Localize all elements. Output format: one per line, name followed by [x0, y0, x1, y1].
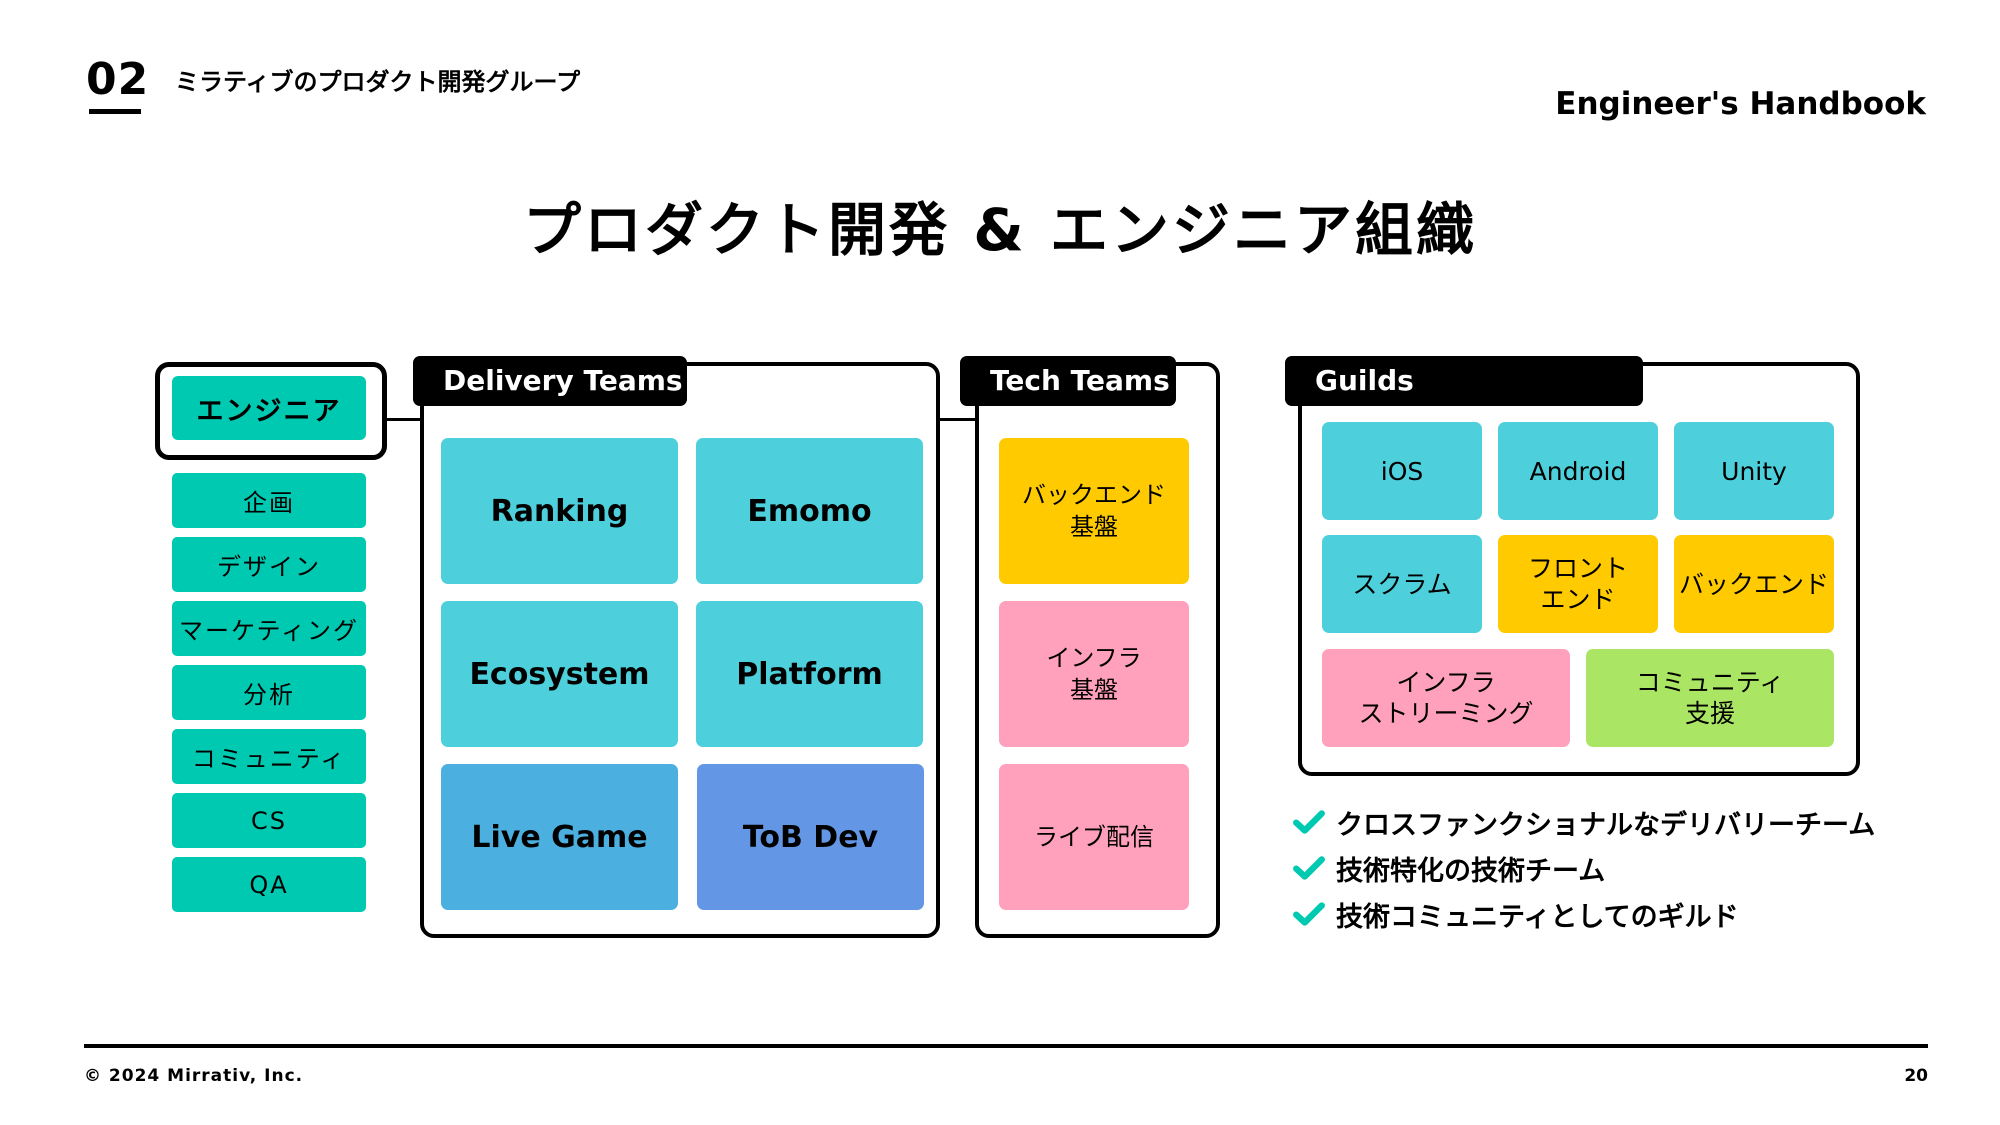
check-icon	[1293, 902, 1325, 926]
team-tile-tob-dev: ToB Dev	[697, 764, 924, 910]
guild-tile-ios: iOS	[1322, 422, 1482, 520]
tile-line: Unity	[1721, 456, 1787, 486]
brand-title: Engineer's Handbook	[1555, 86, 1926, 122]
role-item: コミュニティ	[172, 729, 366, 784]
role-item: マーケティング	[172, 601, 366, 656]
role-engineer: エンジニア	[172, 376, 366, 440]
tile-line: iOS	[1380, 456, 1424, 486]
tile-line: フロント	[1527, 554, 1628, 583]
point-item: 技術特化の技術チーム	[1292, 846, 1605, 890]
connector-line	[382, 418, 422, 421]
section-title: ミラティブのプロダクト開発グループ	[175, 68, 581, 96]
role-item: QA	[172, 857, 366, 912]
team-tile-ranking: Ranking	[441, 438, 678, 584]
footer-divider	[84, 1044, 1928, 1048]
point-item: 技術コミュニティとしてのギルド	[1292, 892, 1739, 936]
team-tile-live-game: Live Game	[441, 764, 678, 910]
guild-tile-scrum: スクラム	[1322, 535, 1482, 633]
tech-tile-live-streaming: ライブ配信	[999, 764, 1189, 910]
connector-line	[940, 418, 976, 421]
role-item: デザイン	[172, 537, 366, 592]
copyright: © 2024 Mirrativ, Inc.	[84, 1066, 304, 1086]
role-item: CS	[172, 793, 366, 848]
section-number: 02	[86, 54, 150, 105]
role-item: 企画	[172, 473, 366, 528]
point-text: クロスファンクショナルなデリバリーチーム	[1336, 809, 1876, 841]
guild-tile-unity: Unity	[1674, 422, 1834, 520]
page-number: 20	[1904, 1066, 1928, 1086]
team-tile-platform: Platform	[696, 601, 923, 747]
guild-tile-infra-streaming: インフラ ストリーミング	[1322, 649, 1570, 747]
point-text: 技術特化の技術チーム	[1336, 855, 1606, 887]
page-title: プロダクト開発 & エンジニア組織	[523, 196, 1477, 264]
check-icon	[1293, 810, 1325, 834]
tile-line: バックエンド	[1678, 569, 1829, 599]
tile-line: エンド	[1540, 585, 1616, 614]
tile-line: インフラ	[1046, 644, 1142, 672]
tile-line: スクラム	[1352, 569, 1452, 599]
guilds-label: Guilds	[1285, 356, 1643, 406]
role-item: 分析	[172, 665, 366, 720]
tile-line: 基盤	[1070, 513, 1118, 541]
tile-line: 支援	[1684, 699, 1735, 728]
check-icon	[1293, 856, 1325, 880]
team-tile-emomo: Emomo	[696, 438, 923, 584]
tech-tile-infra-platform: インフラ 基盤	[999, 601, 1189, 747]
tile-line: ライブ配信	[1034, 823, 1154, 851]
guild-tile-android: Android	[1498, 422, 1658, 520]
tile-line: 基盤	[1070, 676, 1118, 704]
tile-line: ストリーミング	[1358, 699, 1534, 728]
guild-tile-community-support: コミュニティ 支援	[1586, 649, 1834, 747]
guild-tile-backend: バックエンド	[1674, 535, 1834, 633]
tile-line: Android	[1529, 456, 1627, 486]
point-item: クロスファンクショナルなデリバリーチーム	[1292, 800, 1875, 844]
point-text: 技術コミュニティとしてのギルド	[1336, 901, 1739, 933]
tile-line: コミュニティ	[1635, 668, 1785, 697]
guild-tile-frontend: フロント エンド	[1498, 535, 1658, 633]
tile-line: インフラ	[1396, 668, 1496, 697]
tech-tile-backend-platform: バックエンド 基盤	[999, 438, 1189, 584]
tech-teams-label: Tech Teams	[960, 356, 1176, 406]
tile-line: バックエンド	[1022, 481, 1166, 509]
delivery-teams-label: Delivery Teams	[413, 356, 687, 406]
team-tile-ecosystem: Ecosystem	[441, 601, 678, 747]
section-underline	[89, 109, 141, 114]
